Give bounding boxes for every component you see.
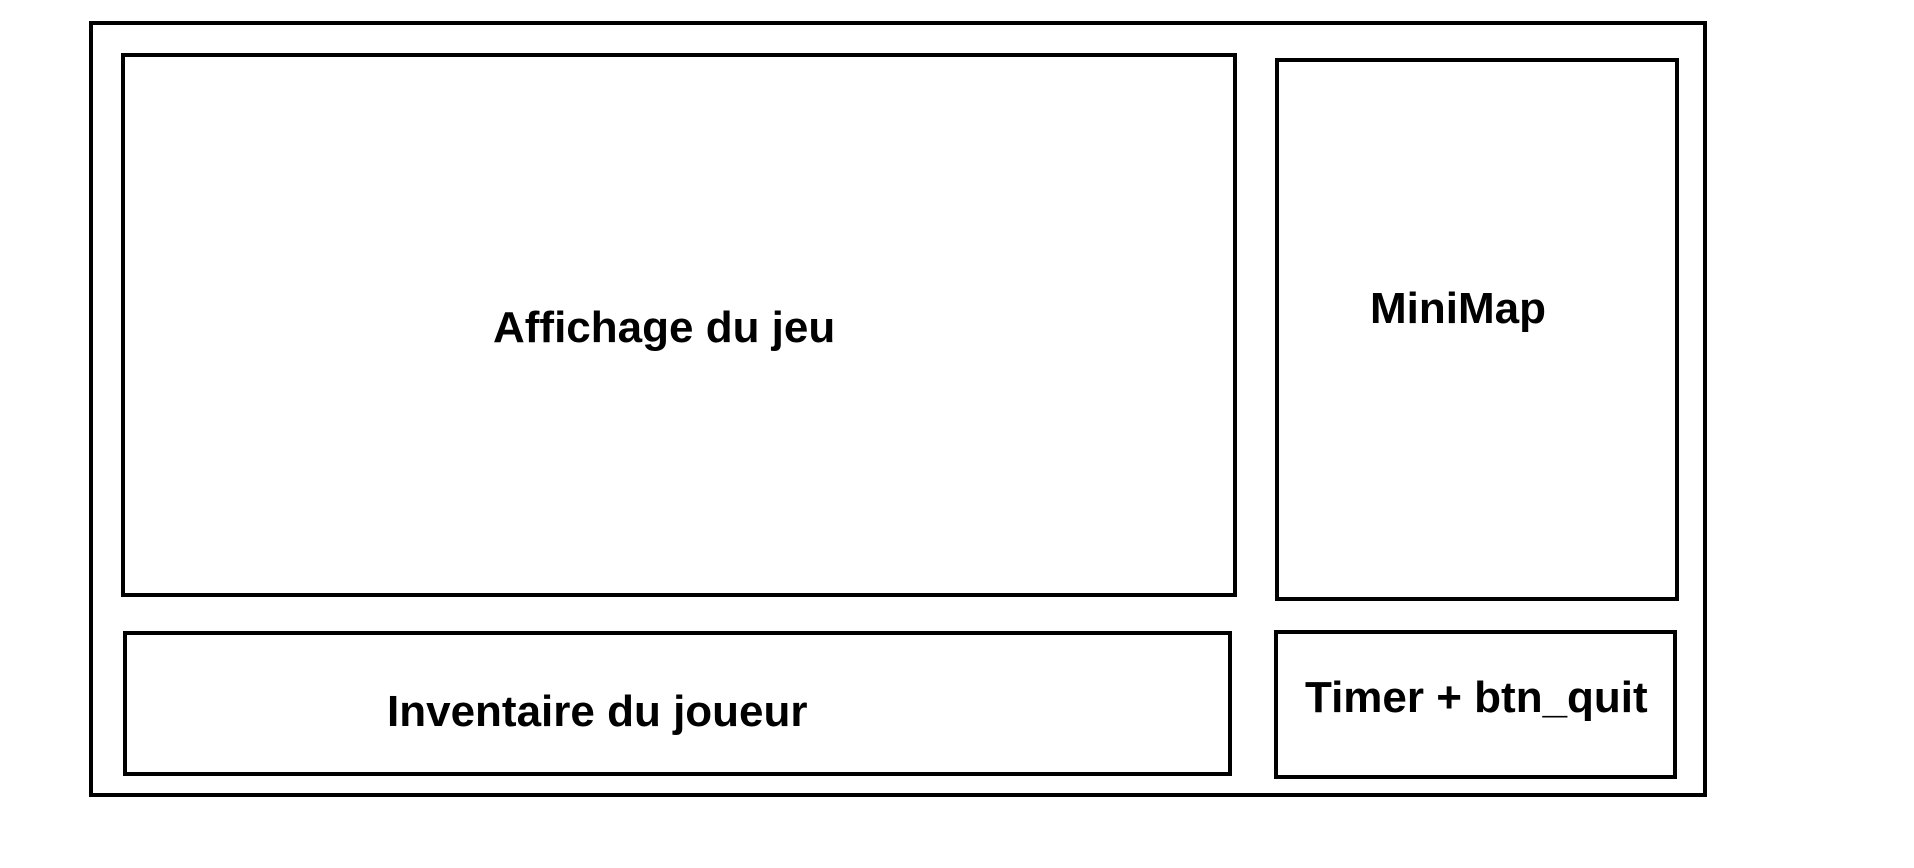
inventory-label: Inventaire du joueur [387, 687, 808, 736]
timer-quit-label: Timer + btn_quit [1305, 673, 1648, 722]
game-view-label: Affichage du jeu [493, 303, 836, 352]
minimap-label: MiniMap [1370, 284, 1546, 333]
